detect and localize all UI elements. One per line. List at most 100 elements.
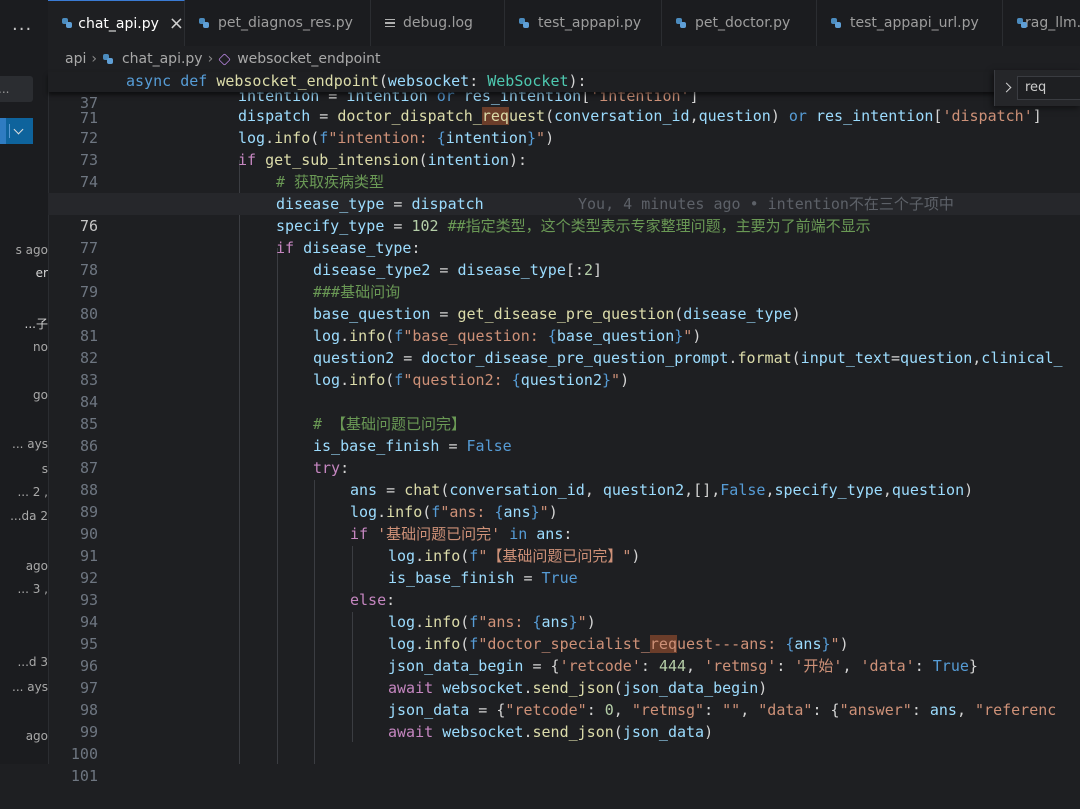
history-item[interactable]: no [0,340,48,354]
history-item[interactable]: , 2 ... [0,485,48,499]
history-item[interactable]: er [0,266,48,280]
code-line: 88 try: [48,457,1080,499]
code-line: 100 await websocket.send_json(json_data) [48,721,1080,763]
breadcrumb-file[interactable]: chat_api.py [122,51,203,67]
code-text: is_base_finish = True [388,569,578,587]
tab-label: test_appapi_url.py [850,15,979,31]
code-line: 98 await websocket.send_json(json_data_b… [48,677,1080,719]
tab-test-appapi-url[interactable]: test_appapi_url.py [817,0,1003,46]
tab-debug-log[interactable]: debug.log [371,0,505,46]
code-text: disease_type2 = disease_type[:2] [313,261,602,279]
code-text: log.info(f"question2: {question2}") [313,371,630,389]
history-item[interactable]: s ago [0,243,48,257]
code-line: 79 disease_type2 = disease_type[:2] [48,259,1080,301]
history-item[interactable]: 3 d... [0,655,48,669]
code-text: log.info(f"【基础问题已问完】") [388,547,641,565]
sidebar-input[interactable]: ... [0,76,33,102]
breadcrumb-symbol[interactable]: websocket_endpoint [237,51,380,67]
tab-label: chat_api.py [78,15,159,32]
code-line: 77 specify_type = 102 ##指定类型，这个类型表示专家整理问… [48,215,1080,257]
code-line: 85 [48,391,1080,433]
log-file-icon [385,18,395,29]
history-item[interactable]: ago [0,729,48,743]
code-line: 101 [48,743,1080,785]
tab-test-appapi[interactable]: test_appapi.py [505,0,662,46]
code-line: 95 log.info(f"ans: {ans}") [48,611,1080,653]
find-widget: req [994,70,1080,106]
chevron-right-icon[interactable] [1001,82,1012,93]
code-text: await websocket.send_json(json_data_begi… [388,679,768,697]
code-line: 86 # 【基础问题已问完】 [48,413,1080,455]
side-panel: ... ... s ago er 子... no go ays ... s , … [0,0,49,764]
history-item[interactable]: ago [0,559,48,573]
code-text: if disease_type: [276,239,421,257]
code-text: log.info(f"base_question: {base_question… [313,327,702,345]
code-editor[interactable]: 37 async def websocket_endpoint(websocke… [48,72,1080,785]
code-text: specify_type = 102 ##指定类型，这个类型表示专家整理问题，主… [276,217,871,235]
history-item[interactable]: s [0,462,48,476]
code-text: dispatch = doctor_dispatch_request(conve… [238,107,1042,125]
code-line: 87 is_base_finish = False [48,435,1080,477]
code-text: is_base_finish = False [313,437,512,455]
sticky-scroll-header[interactable]: 37 async def websocket_endpoint(websocke… [48,72,1080,112]
code-line: 90 log.info(f"ans: {ans}") [48,501,1080,543]
chevron-right-icon: › [91,51,97,67]
code-text: else: [350,591,396,609]
python-file-icon [519,17,530,29]
code-line: 82 log.info(f"base_question: {base_quest… [48,325,1080,367]
method-icon [218,52,231,66]
code-text: disease_type = dispatch [276,195,484,213]
git-blame-annotation: You, 4 minutes ago • intention不在三个子项中 [578,195,954,213]
code-text: if get_sub_intension(intention): [238,151,527,169]
history-item[interactable]: 子... [0,315,48,332]
code-text: # 【基础问题已问完】 [313,415,467,433]
code-text: ###基础问询 [313,283,401,301]
python-file-icon [199,17,210,29]
code-text: base_question = get_disease_pre_question… [313,305,801,323]
history-item[interactable]: ays ... [0,680,48,694]
code-line: 96 log.info(f"doctor_specialist_request-… [48,633,1080,675]
code-text: ans = chat(conversation_id, question2,[]… [350,481,974,499]
code-line: 99 json_data = {"retcode": 0, "retmsg": … [48,699,1080,741]
chevron-right-icon: › [207,51,214,67]
tab-label: debug.log [403,15,473,31]
sticky-code: async def websocket_endpoint(websocket: … [126,72,587,90]
commit-button-main[interactable] [0,118,6,144]
code-text: json_data = {"retcode": 0, "retmsg": "",… [388,701,1057,719]
breadcrumb-folder[interactable]: api [65,51,86,67]
code-text: await websocket.send_json(json_data) [388,723,714,741]
history-item[interactable]: go [0,388,48,402]
breadcrumb: api › chat_api.py › websocket_endpoint [48,46,1080,72]
code-line: 78 if disease_type: [48,237,1080,279]
code-text: log.info(f"ans: {ans}") [388,613,596,631]
code-text: log.info(f"doctor_specialist_request---a… [388,635,849,653]
code-text: question2 = doctor_disease_pre_question_… [313,349,1063,367]
python-file-icon [102,53,114,65]
tab-chat-api[interactable]: chat_api.py × [48,0,185,46]
find-input[interactable]: req [1017,76,1080,100]
editor-tab-bar: chat_api.py × pet_diagnos_res.py debug.l… [48,0,1080,47]
commit-dropdown[interactable] [9,124,26,138]
code-text: try: [313,459,350,477]
commit-button[interactable] [0,118,33,144]
tab-label: rag_llm. [1025,15,1080,31]
code-line: 84 log.info(f"question2: {question2}") [48,369,1080,411]
more-actions-icon[interactable]: ... [12,14,32,35]
tab-label: pet_doctor.py [695,15,791,31]
tab-pet-diagnos-res[interactable]: pet_diagnos_res.py [185,0,371,46]
code-text: if '基础问题已问完' in ans: [350,525,573,543]
python-file-icon [62,18,73,29]
close-icon[interactable]: × [169,13,184,34]
tab-rag-llm[interactable]: rag_llm. [1003,0,1080,46]
code-line: 80 ###基础问询 [48,281,1080,323]
python-file-icon [676,17,687,29]
line-number: 101 [70,767,98,785]
code-text: # 获取疾病类型 [276,173,385,191]
code-line: 97 json_data_begin = {'retcode': 444, 'r… [48,655,1080,697]
line-number: 37 [79,94,98,112]
tab-pet-doctor[interactable]: pet_doctor.py [662,0,817,46]
history-item[interactable]: , 3 ... [0,582,48,596]
code-line: 75 # 获取疾病类型 [48,171,1080,213]
history-item[interactable]: 2 da... [0,509,48,523]
history-item[interactable]: ays ... [0,437,48,451]
